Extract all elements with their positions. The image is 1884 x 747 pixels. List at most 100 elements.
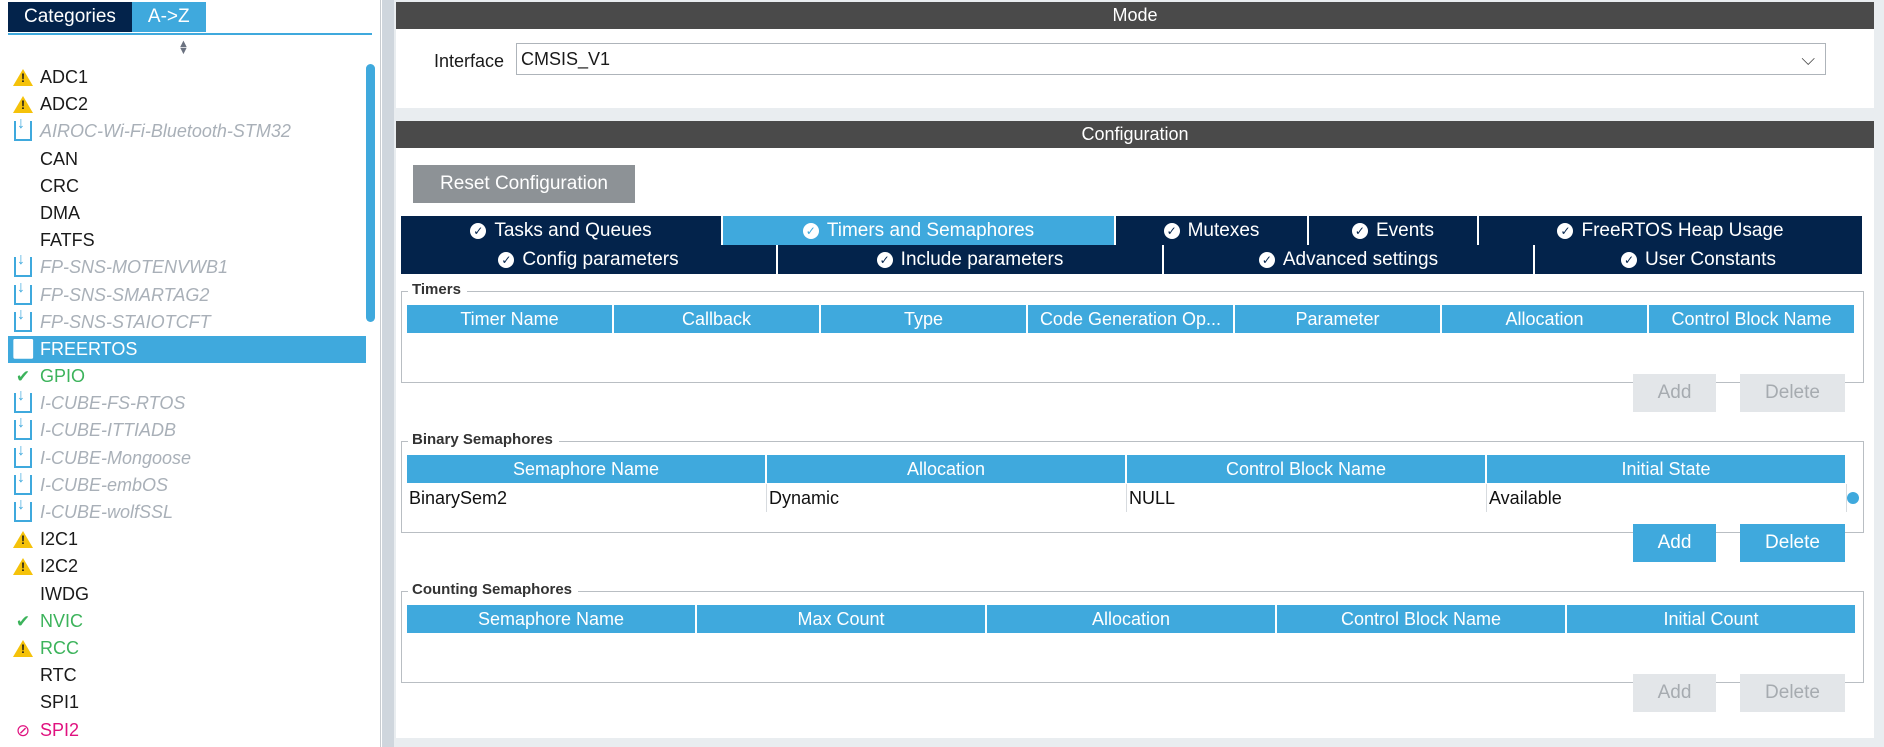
tab-advanced-settings[interactable]: ✓ Advanced settings [1164,245,1535,274]
column-header[interactable]: Control Block Name [1127,455,1487,483]
list-item-label: AIROC-Wi-Fi-Bluetooth-STM32 [40,121,291,142]
column-header[interactable]: Initial Count [1567,605,1857,633]
column-header[interactable]: Allocation [767,455,1127,483]
interface-value: CMSIS_V1 [521,49,611,69]
list-item-fp-sns-motenvwb1[interactable]: FP-SNS-MOTENVWB1 [8,251,366,281]
tab-categories[interactable]: Categories [8,2,132,32]
warning-triangle-icon [13,96,33,114]
list-item-label: I-CUBE-embOS [40,474,169,495]
list-item-label: I2C2 [40,556,79,577]
check-icon: ✔ [15,611,31,631]
timers-add-button[interactable]: Add [1633,374,1716,412]
tab-events[interactable]: ✓ Events [1309,216,1479,245]
list-item-dma[interactable]: DMA [8,200,366,227]
tab-label: Timers and Semaphores [826,220,1035,241]
column-header[interactable]: Allocation [987,605,1277,633]
list-item-label: SPI2 [40,719,80,740]
check-circle-icon: ✓ [470,223,487,239]
config-scrollbar[interactable] [1875,0,1884,747]
row-indicator-dot [1847,492,1859,504]
list-item-spi2[interactable]: ⊘ SPI2 [8,717,366,744]
list-item-i-cube-mongoose[interactable]: I-CUBE-Mongoose [8,442,366,472]
timers-delete-button[interactable]: Delete [1740,374,1845,412]
config-tabs-row-1: ✓ Tasks and Queues ✓ Timers and Semaphores ✓… [401,216,1864,245]
tab-user-constants[interactable]: ✓ User Constants [1535,245,1864,274]
check-circle-icon: ✅ [12,338,35,359]
column-header[interactable]: Initial State [1487,455,1847,483]
list-item-nvic[interactable]: ✔ NVIC [8,608,366,635]
column-header[interactable]: Callback [614,305,821,333]
tab-timers-and-semaphores[interactable]: ✓ Timers and Semaphores [723,216,1116,245]
column-header[interactable]: Max Count [697,605,987,633]
list-item-fp-sns-smartag2[interactable]: FP-SNS-SMARTAG2 [8,279,366,309]
list-item-i2c2[interactable]: I2C2 [8,553,366,580]
list-item-rcc[interactable]: RCC [8,635,366,662]
column-header[interactable]: Semaphore Name [407,605,697,633]
sort-icon[interactable]: ▲ ▼ [178,39,189,57]
tab-label: Events [1375,220,1435,241]
list-item-crc[interactable]: CRC [8,173,366,200]
tab-label: User Constants [1645,249,1776,270]
component-list: ADC1 ADC2 AIROC-Wi-Fi-Bluetooth-STM32 CAN CR… [8,64,366,744]
interface-select[interactable]: CMSIS_V1 ⌵ [516,43,1826,75]
download-icon [12,496,34,527]
tab-underline [8,33,372,35]
column-header[interactable]: Timer Name [407,305,614,333]
list-item-label: CRC [40,175,79,196]
column-header[interactable]: Control Block Name [1277,605,1567,633]
list-item-i-cube-embos[interactable]: I-CUBE-embOS [8,469,366,499]
tab-label: Include parameters [900,249,1064,270]
list-item-label: I2C1 [40,529,79,550]
tab-include-parameters[interactable]: ✓ Include parameters [778,245,1164,274]
list-item-i-cube-fs-rtos[interactable]: I-CUBE-FS-RTOS [8,387,366,417]
list-item-fatfs[interactable]: FATFS [8,227,366,254]
list-item-i-cube-ittiadb[interactable]: I-CUBE-ITTIADB [8,414,366,444]
panel-splitter[interactable] [382,0,394,747]
disabled-icon: ⊘ [15,720,31,740]
config-tabs-row-2: ✓ Config parameters ✓ Include parameters ✓ Ad… [401,245,1864,274]
list-item-label: CAN [40,148,79,169]
column-header[interactable]: Code Generation Op... [1028,305,1235,333]
list-item-i2c1[interactable]: I2C1 [8,526,366,553]
list-item-iwdg[interactable]: IWDG [8,581,366,608]
tab-freertos-heap-usage[interactable]: ✓ FreeRTOS Heap Usage [1479,216,1864,245]
check-circle-icon: ✓ [1557,223,1574,239]
binary-add-button[interactable]: Add [1633,524,1716,562]
tab-config-parameters[interactable]: ✓ Config parameters [401,245,778,274]
list-item-label: I-CUBE-wolfSSL [40,502,174,522]
list-item-spi1[interactable]: SPI1 [8,689,366,716]
interface-label: Interface [434,51,505,71]
list-item-adc2[interactable]: ADC2 [8,91,366,118]
table-cell: Dynamic [767,484,1127,512]
check-circle-icon: ✓ [1258,252,1275,268]
list-item-rtc[interactable]: RTC [8,662,366,689]
list-item-airoc-wi-fi-bluetooth-stm32[interactable]: AIROC-Wi-Fi-Bluetooth-STM32 [8,115,366,146]
counting-delete-button[interactable]: Delete [1740,674,1845,712]
column-header[interactable]: Parameter [1235,305,1442,333]
tab-tasks-and-queues[interactable]: ✓ Tasks and Queues [401,216,723,245]
column-header[interactable]: Semaphore Name [407,455,767,483]
tab-a-to-z[interactable]: A->Z [131,2,206,32]
list-item-gpio[interactable]: ✔ GPIO [8,363,366,390]
table-row[interactable]: BinarySem2 Dynamic NULL Available [407,484,1847,512]
column-header[interactable]: Type [821,305,1028,333]
list-item-freertos[interactable]: ✅ FREERTOS [8,335,366,364]
list-item-label: FATFS [40,230,95,251]
list-item-can[interactable]: CAN [8,146,366,173]
list-item-fp-sns-staiotcft[interactable]: FP-SNS-STAIOTCFT [8,306,366,336]
reset-configuration-button[interactable]: Reset Configuration [413,165,635,203]
column-header[interactable]: Allocation [1442,305,1649,333]
list-scrollbar[interactable] [366,64,375,322]
list-item-adc1[interactable]: ADC1 [8,64,366,91]
mode-section: Interface CMSIS_V1 ⌵ [396,29,1874,108]
check-circle-icon: ✓ [498,252,515,268]
download-icon [12,115,34,146]
list-item-i-cube-wolfssl[interactable]: I-CUBE-wolfSSL [8,496,366,527]
binary-semaphores-group: Binary Semaphores Semaphore Name Allocati… [401,431,1864,533]
tab-mutexes[interactable]: ✓ Mutexes [1116,216,1309,245]
list-item-label: I-CUBE-ITTIADB [40,420,177,441]
binary-delete-button[interactable]: Delete [1740,524,1845,562]
mode-header: Mode [396,2,1874,29]
column-header[interactable]: Control Block Name [1649,305,1856,333]
counting-add-button[interactable]: Add [1633,674,1716,712]
